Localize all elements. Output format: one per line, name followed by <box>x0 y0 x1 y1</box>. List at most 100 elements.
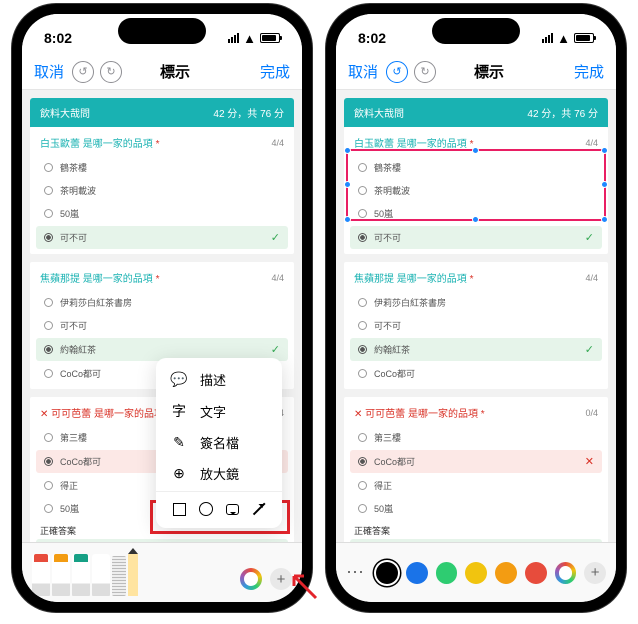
wifi-icon: ▲︎ <box>243 31 256 46</box>
popup-describe[interactable]: 💬描述 <box>156 364 282 395</box>
content-left[interactable]: 飲料大哉問 42 分，共 76 分 白玉歐蕾 是哪一家的品項 * 4/4 鶴茶樓… <box>22 90 302 542</box>
signal-icon <box>542 33 553 43</box>
color-blue[interactable] <box>406 562 428 584</box>
shape-circle-button[interactable] <box>197 500 215 518</box>
describe-icon: 💬 <box>170 371 188 388</box>
add-popup-menu: 💬描述 字文字 ✎簽名檔 ⊕放大鏡 <box>156 358 282 528</box>
q3-text: ✕ 可可芭蕾 是哪一家的品項 * <box>354 405 485 420</box>
check-icon: ✓ <box>585 231 594 244</box>
nav-title: 標示 <box>404 61 574 82</box>
color-toolbar: ⋯ + <box>336 542 616 602</box>
markup-toolbar: + <box>22 542 302 602</box>
marker-teal[interactable] <box>72 554 90 596</box>
question-card-1: 白玉歐蕾 是哪一家的品項 * 4/4 鶴茶樓 茶明載波 50嵐 可不可✓ <box>344 127 608 254</box>
cancel-button[interactable]: 取消 <box>348 61 378 82</box>
color-picker-icon[interactable] <box>555 562 577 584</box>
done-button[interactable]: 完成 <box>574 61 604 82</box>
q2-opt-0[interactable]: 伊莉莎白紅茶書房 <box>354 291 598 314</box>
nav-bar: 取消 ↺ ↻ 標示 完成 <box>22 54 302 90</box>
drawn-rectangle-shape[interactable] <box>346 149 606 221</box>
popup-signature[interactable]: ✎簽名檔 <box>156 427 282 458</box>
q2-opt-1[interactable]: 可不可 <box>40 314 284 337</box>
check-icon: ✓ <box>271 343 280 356</box>
nav-title: 標示 <box>90 61 260 82</box>
q3-opt-1[interactable]: CoCo都可✕ <box>350 450 602 473</box>
pencil-tool[interactable] <box>128 554 138 596</box>
content-right[interactable]: 飲料大哉問 42 分，共 76 分 白玉歐蕾 是哪一家的品項 * 4/4 鶴茶樓… <box>336 90 616 542</box>
question-card-3: ✕ 可可芭蕾 是哪一家的品項 * 0/4 第三樓 CoCo都可✕ 得正 50嵐 … <box>344 397 608 542</box>
color-green[interactable] <box>436 562 458 584</box>
color-black[interactable] <box>376 562 398 584</box>
status-icons: ▲︎ <box>542 31 594 46</box>
q1-opt-2[interactable]: 50嵐 <box>40 202 284 225</box>
status-time: 8:02 <box>44 30 72 46</box>
question-card-2: 焦蘋那提 是哪一家的品項 * 4/4 伊莉莎白紅茶書房 可不可 約翰紅茶✓ Co… <box>344 262 608 389</box>
popup-magnifier[interactable]: ⊕放大鏡 <box>156 458 282 489</box>
q3-text: ✕ 可可芭蕾 是哪一家的品項 * <box>40 405 171 420</box>
q3-correct: 50嵐 <box>350 539 602 542</box>
marker-orange[interactable] <box>52 554 70 596</box>
shape-bubble-button[interactable] <box>223 500 241 518</box>
quiz-score: 42 分，共 76 分 <box>213 105 284 120</box>
battery-icon <box>574 33 594 43</box>
phone-left: 8:02 ▲︎ 取消 ↺ ↻ 標示 完成 飲料大哉問 42 分，共 76 分 <box>12 4 312 612</box>
battery-icon <box>260 33 280 43</box>
cancel-button[interactable]: 取消 <box>34 61 64 82</box>
quiz-score: 42 分，共 76 分 <box>527 105 598 120</box>
color-yellow[interactable] <box>465 562 487 584</box>
nav-bar: 取消 ↺ ↻ 標示 完成 <box>336 54 616 90</box>
q2-opt-3[interactable]: CoCo都可 <box>354 362 598 385</box>
wifi-icon: ▲︎ <box>557 31 570 46</box>
q3-opt-3[interactable]: 50嵐 <box>354 497 598 520</box>
q3-opt-0[interactable]: 第三樓 <box>354 426 598 449</box>
q1-text: 白玉歐蕾 是哪一家的品項 * <box>40 135 159 150</box>
q2-opt-0[interactable]: 伊莉莎白紅茶書房 <box>40 291 284 314</box>
q1-opt-3[interactable]: 可不可✓ <box>350 226 602 249</box>
q1-points: 4/4 <box>585 138 598 148</box>
done-button[interactable]: 完成 <box>260 61 290 82</box>
magnifier-icon: ⊕ <box>170 465 188 482</box>
q1-opt-3[interactable]: 可不可✓ <box>36 226 288 249</box>
color-red[interactable] <box>525 562 547 584</box>
q2-points: 4/4 <box>271 273 284 283</box>
color-picker-icon[interactable] <box>240 568 262 590</box>
q3-correct: 50嵐 <box>36 539 288 542</box>
cross-icon: ✕ <box>585 455 594 468</box>
q2-opt-1[interactable]: 可不可 <box>354 314 598 337</box>
color-orange[interactable] <box>495 562 517 584</box>
shape-square-button[interactable] <box>170 500 188 518</box>
quiz-header: 飲料大哉問 42 分，共 76 分 <box>344 98 608 127</box>
q1-opt-1[interactable]: 茶明載波 <box>40 179 284 202</box>
annotation-arrow <box>288 570 318 600</box>
eraser-tool[interactable] <box>92 554 110 596</box>
q2-text: 焦蘋那提 是哪一家的品項 * <box>40 270 159 285</box>
options-icon[interactable]: ⋯ <box>346 562 364 583</box>
screen-right: 8:02 ▲︎ 取消 ↺ ↻ 標示 完成 飲料大哉問 42 分，共 76 分 <box>336 14 616 602</box>
q2-text: 焦蘋那提 是哪一家的品項 * <box>354 270 473 285</box>
marker-red[interactable] <box>32 554 50 596</box>
q1-text: 白玉歐蕾 是哪一家的品項 * <box>354 135 473 150</box>
status-icons: ▲︎ <box>228 31 280 46</box>
correct-answer-label: 正確答案 <box>354 524 598 537</box>
status-time: 8:02 <box>358 30 386 46</box>
ruler-tool[interactable] <box>112 556 126 596</box>
popup-text[interactable]: 字文字 <box>156 395 282 427</box>
q2-opt-2[interactable]: 約翰紅茶✓ <box>350 338 602 361</box>
dynamic-island <box>118 18 206 44</box>
signature-icon: ✎ <box>170 434 188 451</box>
question-card-1: 白玉歐蕾 是哪一家的品項 * 4/4 鶴茶樓 茶明載波 50嵐 可不可✓ <box>30 127 294 254</box>
signal-icon <box>228 33 239 43</box>
quiz-title: 飲料大哉問 <box>354 105 404 120</box>
check-icon: ✓ <box>271 231 280 244</box>
q2-points: 4/4 <box>585 273 598 283</box>
quiz-header: 飲料大哉問 42 分，共 76 分 <box>30 98 294 127</box>
q3-opt-2[interactable]: 得正 <box>354 474 598 497</box>
text-icon: 字 <box>170 401 188 421</box>
shapes-row <box>156 491 282 522</box>
quiz-title: 飲料大哉問 <box>40 105 90 120</box>
screen-left: 8:02 ▲︎ 取消 ↺ ↻ 標示 完成 飲料大哉問 42 分，共 76 分 <box>22 14 302 602</box>
shape-arrow-button[interactable] <box>250 500 268 518</box>
add-button[interactable]: + <box>584 562 606 584</box>
q1-opt-0[interactable]: 鶴茶樓 <box>40 156 284 179</box>
q3-points: 0/4 <box>585 408 598 418</box>
